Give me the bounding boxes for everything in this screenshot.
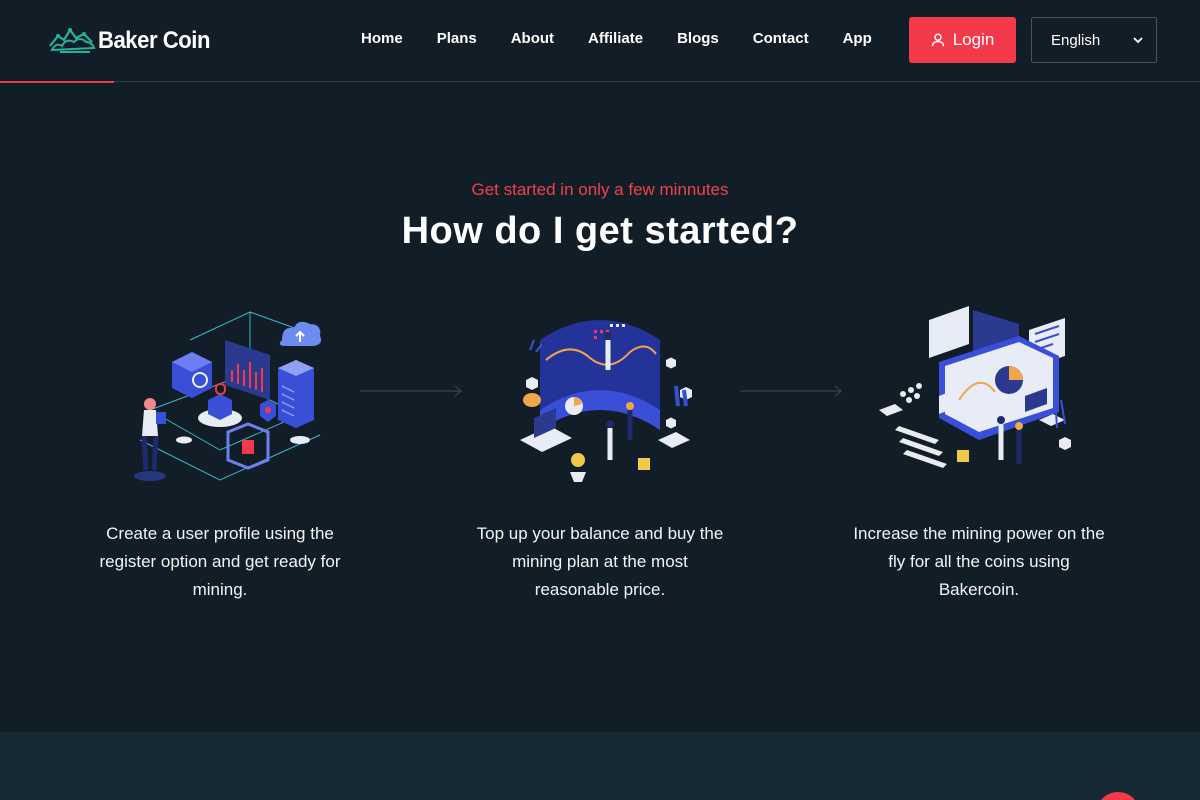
nav-contact[interactable]: Contact: [736, 28, 826, 50]
user-icon: [931, 33, 944, 47]
section-kicker: Get started in only a few minnutes: [471, 180, 729, 199]
nav-affiliate[interactable]: Affiliate: [571, 28, 660, 50]
arrow-right-icon: [360, 385, 462, 397]
logo-icon: [49, 28, 96, 53]
step-card-2: Top up your balance and buy the mining p…: [470, 300, 730, 599]
brand-logo[interactable]: Baker Coin: [46, 24, 220, 58]
nav-blogs[interactable]: Blogs: [660, 28, 736, 50]
step-card-3: Increase the mining power on the fly for…: [849, 300, 1109, 599]
main-nav: Home Plans About Affiliate Blogs Contact…: [344, 28, 889, 50]
step-text-1: Create a user profile using the register…: [99, 524, 341, 599]
arrow-right-icon: [740, 385, 842, 397]
login-label: Login: [952, 30, 995, 49]
data-dashboard-illustration: [520, 320, 692, 482]
nav-home[interactable]: Home: [344, 28, 420, 50]
next-section-band: [0, 732, 1200, 800]
nav-about[interactable]: About: [494, 28, 571, 50]
site-header: Baker Coin Home Plans About Affiliate Bl…: [0, 0, 1200, 82]
nav-app[interactable]: App: [826, 28, 889, 50]
section-title: How do I get started?: [401, 210, 799, 252]
language-select[interactable]: English: [1031, 17, 1157, 63]
chevron-down-icon: [1133, 37, 1143, 44]
step-text-3: Increase the mining power on the fly for…: [853, 524, 1105, 599]
step-text-2: Top up your balance and buy the mining p…: [476, 524, 724, 599]
nav-plans[interactable]: Plans: [420, 28, 494, 50]
server-setup-illustration: [134, 311, 322, 481]
header-accent-line: [0, 81, 114, 83]
brand-name: Baker Coin: [98, 27, 210, 54]
language-selected: English: [1051, 31, 1101, 49]
analytics-monitor-illustration: [879, 306, 1071, 468]
step-card-1: Create a user profile using the register…: [90, 300, 350, 599]
login-button[interactable]: Login: [909, 17, 1016, 63]
